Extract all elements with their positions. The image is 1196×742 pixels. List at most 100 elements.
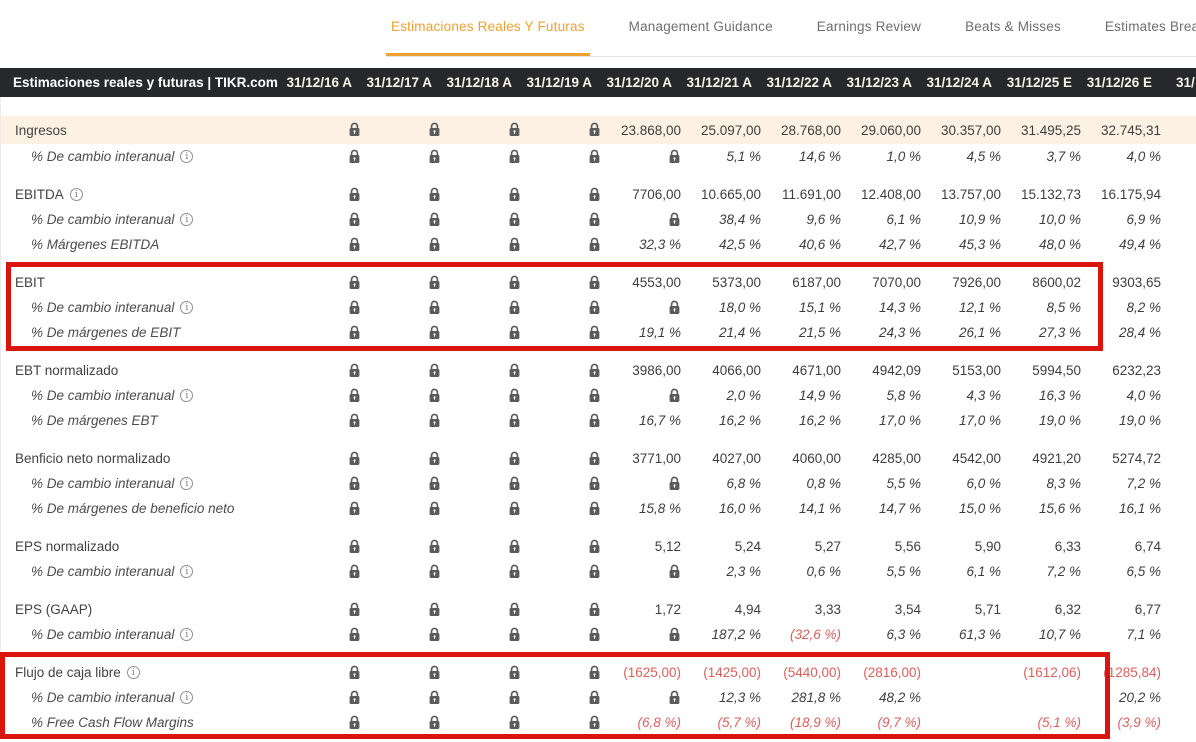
info-icon[interactable]: i [180, 150, 193, 163]
lock-icon[interactable] [508, 665, 521, 680]
info-icon[interactable]: i [180, 691, 193, 704]
lock-icon[interactable] [588, 501, 601, 516]
lock-icon[interactable] [428, 539, 441, 554]
lock-icon[interactable] [508, 325, 521, 340]
lock-icon[interactable] [508, 413, 521, 428]
lock-icon[interactable] [668, 149, 681, 164]
lock-icon[interactable] [668, 212, 681, 227]
lock-icon[interactable] [348, 539, 361, 554]
lock-icon[interactable] [428, 627, 441, 642]
lock-icon[interactable] [508, 715, 521, 730]
lock-icon[interactable] [348, 275, 361, 290]
lock-icon[interactable] [348, 690, 361, 705]
lock-icon[interactable] [668, 690, 681, 705]
lock-icon[interactable] [588, 325, 601, 340]
lock-icon[interactable] [508, 388, 521, 403]
lock-icon[interactable] [668, 388, 681, 403]
info-icon[interactable]: i [180, 565, 193, 578]
lock-icon[interactable] [428, 300, 441, 315]
lock-icon[interactable] [588, 476, 601, 491]
lock-icon[interactable] [428, 237, 441, 252]
info-icon[interactable]: i [180, 213, 193, 226]
lock-icon[interactable] [428, 275, 441, 290]
info-icon[interactable]: i [180, 477, 193, 490]
lock-icon[interactable] [428, 665, 441, 680]
lock-icon[interactable] [588, 363, 601, 378]
lock-icon[interactable] [588, 149, 601, 164]
tab-estimates-breakdown[interactable]: Estimates Breakdown [1100, 0, 1196, 56]
lock-icon[interactable] [508, 451, 521, 466]
tab-estimaciones-reales-y-futuras[interactable]: Estimaciones Reales Y Futuras [386, 0, 590, 56]
lock-icon[interactable] [428, 451, 441, 466]
lock-icon[interactable] [428, 690, 441, 705]
lock-icon[interactable] [428, 476, 441, 491]
lock-icon[interactable] [508, 187, 521, 202]
lock-icon[interactable] [428, 122, 441, 137]
lock-icon[interactable] [508, 149, 521, 164]
lock-icon[interactable] [668, 300, 681, 315]
lock-icon[interactable] [588, 451, 601, 466]
lock-icon[interactable] [508, 501, 521, 516]
lock-icon[interactable] [348, 212, 361, 227]
lock-icon[interactable] [428, 715, 441, 730]
lock-icon[interactable] [588, 665, 601, 680]
lock-icon[interactable] [348, 715, 361, 730]
lock-icon[interactable] [508, 690, 521, 705]
lock-icon[interactable] [348, 363, 361, 378]
info-icon[interactable]: i [180, 628, 193, 641]
lock-icon[interactable] [348, 665, 361, 680]
lock-icon[interactable] [668, 564, 681, 579]
lock-icon[interactable] [588, 715, 601, 730]
lock-icon[interactable] [428, 413, 441, 428]
lock-icon[interactable] [428, 501, 441, 516]
lock-icon[interactable] [588, 602, 601, 617]
lock-icon[interactable] [348, 564, 361, 579]
lock-icon[interactable] [588, 627, 601, 642]
lock-icon[interactable] [588, 237, 601, 252]
lock-icon[interactable] [588, 122, 601, 137]
lock-icon[interactable] [508, 602, 521, 617]
lock-icon[interactable] [588, 413, 601, 428]
tab-earnings-review[interactable]: Earnings Review [812, 0, 926, 56]
lock-icon[interactable] [508, 300, 521, 315]
lock-icon[interactable] [428, 187, 441, 202]
lock-icon[interactable] [428, 564, 441, 579]
lock-icon[interactable] [348, 501, 361, 516]
lock-icon[interactable] [348, 122, 361, 137]
lock-icon[interactable] [588, 564, 601, 579]
lock-icon[interactable] [588, 539, 601, 554]
lock-icon[interactable] [588, 187, 601, 202]
lock-icon[interactable] [348, 300, 361, 315]
lock-icon[interactable] [348, 476, 361, 491]
lock-icon[interactable] [508, 237, 521, 252]
lock-icon[interactable] [588, 300, 601, 315]
lock-icon[interactable] [348, 149, 361, 164]
lock-icon[interactable] [508, 627, 521, 642]
lock-icon[interactable] [348, 451, 361, 466]
info-icon[interactable]: i [180, 389, 193, 402]
info-icon[interactable]: i [127, 666, 140, 679]
lock-icon[interactable] [668, 476, 681, 491]
lock-icon[interactable] [348, 187, 361, 202]
lock-icon[interactable] [588, 275, 601, 290]
lock-icon[interactable] [428, 212, 441, 227]
info-icon[interactable]: i [70, 188, 83, 201]
lock-icon[interactable] [348, 325, 361, 340]
lock-icon[interactable] [508, 564, 521, 579]
lock-icon[interactable] [508, 212, 521, 227]
lock-icon[interactable] [348, 413, 361, 428]
tab-beats-misses[interactable]: Beats & Misses [960, 0, 1066, 56]
lock-icon[interactable] [588, 388, 601, 403]
lock-icon[interactable] [428, 363, 441, 378]
lock-icon[interactable] [588, 212, 601, 227]
lock-icon[interactable] [348, 237, 361, 252]
lock-icon[interactable] [348, 388, 361, 403]
lock-icon[interactable] [508, 122, 521, 137]
lock-icon[interactable] [588, 690, 601, 705]
info-icon[interactable]: i [180, 301, 193, 314]
lock-icon[interactable] [428, 388, 441, 403]
lock-icon[interactable] [508, 363, 521, 378]
tab-management-guidance[interactable]: Management Guidance [624, 0, 778, 56]
lock-icon[interactable] [348, 627, 361, 642]
lock-icon[interactable] [348, 602, 361, 617]
